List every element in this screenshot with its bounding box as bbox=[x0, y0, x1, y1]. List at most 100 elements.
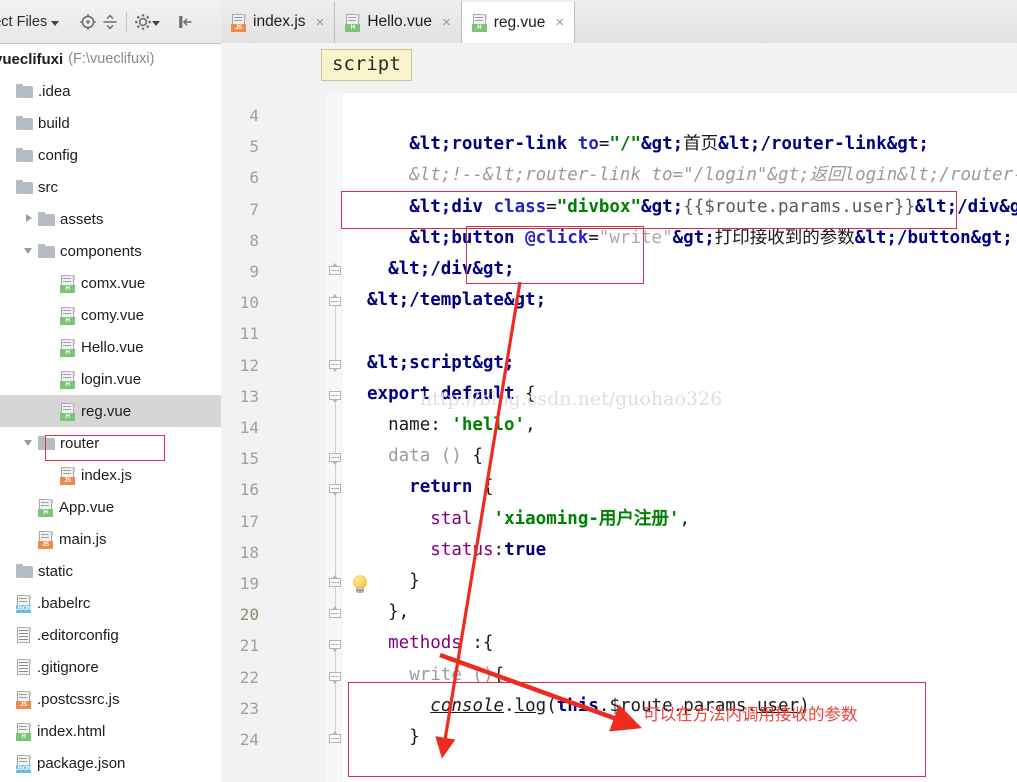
tree-item-label: static bbox=[38, 562, 74, 580]
hide-panel-icon[interactable] bbox=[174, 11, 196, 33]
editor-tab-index-js[interactable]: JS index.js × bbox=[221, 1, 336, 43]
collapse-all-icon[interactable] bbox=[99, 11, 121, 33]
tree-item-editorconfig[interactable]: .editorconfig bbox=[0, 619, 221, 651]
code-line-19[interactable]: } bbox=[409, 566, 420, 597]
code-line-24[interactable]: } bbox=[409, 722, 420, 753]
code-line-8[interactable]: &lt;button @click="write"&gt;打印接收到的参数&lt… bbox=[409, 223, 1013, 254]
tree-item-babelrc[interactable]: JSON .babelrc bbox=[0, 587, 221, 619]
tree-item-postcssrc-js[interactable]: JS .postcssrc.js bbox=[0, 683, 221, 715]
project-files-selector[interactable]: ject Files bbox=[0, 14, 60, 30]
fold-toggle-icon[interactable] bbox=[329, 606, 342, 622]
code-line-15[interactable]: data () { bbox=[388, 441, 483, 472]
fold-toggle-icon[interactable] bbox=[329, 671, 342, 685]
fold-toggle-icon[interactable] bbox=[329, 294, 342, 310]
tree-item-comy-vue[interactable]: Hcomy.vue bbox=[0, 299, 221, 331]
tree-item-gitignore[interactable]: .gitignore bbox=[0, 651, 221, 683]
settings-gear-icon[interactable] bbox=[132, 11, 154, 33]
code-line-5[interactable]: &lt;router-link to="/"&gt;首页&lt;/router-… bbox=[409, 129, 929, 160]
fold-connector bbox=[335, 485, 336, 579]
breadcrumb-script[interactable]: script bbox=[321, 49, 412, 81]
project-file-tree[interactable]: vueclifuxi (F:\vueclifuxi) .idea build con… bbox=[0, 43, 221, 782]
code-folding-rail[interactable] bbox=[326, 93, 343, 782]
tree-item-comx-vue[interactable]: Hcomx.vue bbox=[0, 267, 221, 299]
tree-rows: .idea build config src assets components Hcomx… bbox=[0, 75, 221, 779]
fold-toggle-icon[interactable] bbox=[329, 359, 342, 373]
tree-item-label: comy.vue bbox=[81, 306, 145, 324]
json-file-icon: JSON bbox=[16, 594, 32, 613]
tree-root-row[interactable]: vueclifuxi (F:\vueclifuxi) bbox=[0, 43, 221, 75]
code-content[interactable]: &lt;router-link to="/"&gt;首页&lt;/router-… bbox=[343, 93, 1017, 782]
fold-toggle-icon[interactable] bbox=[329, 575, 342, 591]
tree-item-src[interactable]: src bbox=[0, 171, 221, 203]
code-line-7[interactable]: &lt;div class="divbox"&gt;{{$route.param… bbox=[409, 192, 1017, 223]
editor-tab-reg-vue[interactable]: Hreg.vue × bbox=[461, 2, 576, 44]
code-line-21[interactable]: methods :{ bbox=[388, 628, 493, 659]
line-number: 23 bbox=[239, 698, 259, 718]
intention-bulb-icon[interactable] bbox=[351, 575, 370, 594]
code-line-14[interactable]: name: 'hello', bbox=[388, 410, 536, 441]
locate-target-icon[interactable] bbox=[77, 11, 99, 33]
fold-toggle-icon[interactable] bbox=[329, 484, 342, 497]
editor-tab-hello-vue[interactable]: H Hello.vue × bbox=[335, 1, 462, 43]
folder-icon bbox=[16, 147, 33, 163]
tree-item-build[interactable]: build bbox=[0, 107, 221, 139]
tree-item-hello-vue[interactable]: H Hello.vue bbox=[0, 331, 221, 363]
fold-toggle-icon[interactable] bbox=[329, 390, 342, 404]
code-line-22[interactable]: write (){ bbox=[409, 660, 504, 691]
chevron-down-icon[interactable] bbox=[24, 437, 36, 449]
chevron-down-icon[interactable] bbox=[24, 245, 36, 257]
tab-close-icon[interactable]: × bbox=[442, 15, 451, 30]
fold-toggle-icon[interactable] bbox=[329, 263, 342, 279]
tree-item-label: config bbox=[38, 146, 79, 164]
chevron-right-icon[interactable] bbox=[24, 213, 36, 225]
code-line-10[interactable]: &lt;/template&gt; bbox=[367, 285, 546, 316]
tree-item-reg-vue[interactable]: Hreg.vue bbox=[0, 395, 221, 427]
tab-close-icon[interactable]: × bbox=[555, 15, 564, 30]
gear-chevron-down-icon[interactable] bbox=[152, 20, 161, 26]
fold-toggle-icon[interactable] bbox=[329, 453, 342, 466]
tree-item-label: router bbox=[60, 434, 100, 452]
line-number: 18 bbox=[239, 542, 259, 562]
code-line-16[interactable]: return { bbox=[409, 472, 493, 503]
js-file-icon: JS bbox=[38, 530, 54, 549]
tab-close-icon[interactable]: × bbox=[316, 15, 325, 30]
tree-item-config[interactable]: config bbox=[0, 139, 221, 171]
code-line-18[interactable]: status:true bbox=[430, 535, 546, 566]
tree-item-components[interactable]: components bbox=[0, 235, 221, 267]
tree-item-assets[interactable]: assets bbox=[0, 203, 221, 235]
code-line-17[interactable]: stal 'xiaoming-用户注册', bbox=[430, 504, 690, 535]
tree-item-main-js[interactable]: JS main.js bbox=[0, 523, 221, 555]
tree-item-index-html[interactable]: Hindex.html bbox=[0, 715, 221, 747]
tree-item-package-json[interactable]: JSON package.json bbox=[0, 747, 221, 779]
tree-item-label: components bbox=[60, 242, 142, 260]
tree-item-login-vue[interactable]: Hlogin.vue bbox=[0, 363, 221, 395]
tree-item-label: .babelrc bbox=[37, 594, 91, 612]
tree-item-label: .postcssrc.js bbox=[37, 690, 120, 708]
code-line-20[interactable]: }, bbox=[388, 597, 409, 628]
tree-item-app-vue[interactable]: H App.vue bbox=[0, 491, 221, 523]
tree-item-idea[interactable]: .idea bbox=[0, 75, 221, 107]
code-line-6[interactable]: &lt;!--&lt;router-link to="/login"&gt;返回… bbox=[409, 160, 1017, 191]
tree-item-router[interactable]: router bbox=[0, 427, 221, 459]
editor-tab-bar[interactable]: JS index.js × H Hello.vue × Hreg.vue × bbox=[221, 0, 1017, 44]
fold-toggle-icon[interactable] bbox=[329, 731, 342, 747]
folder-icon bbox=[16, 83, 33, 99]
code-line-23[interactable]: console.log(this.$route.params.user) bbox=[430, 691, 809, 722]
fold-connector bbox=[335, 641, 336, 735]
line-number-gutter: 4 5 6 7 8 9 10 11 12 13 14 15 16 17 18 19 20 21 22 23 24 bbox=[221, 93, 327, 782]
tree-item-index-js[interactable]: JS index.js bbox=[0, 459, 221, 491]
line-number: 7 bbox=[249, 199, 259, 219]
tree-item-static[interactable]: static bbox=[0, 555, 221, 587]
js-file-icon: JS bbox=[231, 13, 247, 32]
code-line-12[interactable]: &lt;script&gt; bbox=[367, 348, 515, 379]
code-line-9[interactable]: &lt;/div&gt; bbox=[388, 254, 514, 285]
fold-toggle-icon[interactable] bbox=[329, 640, 342, 653]
